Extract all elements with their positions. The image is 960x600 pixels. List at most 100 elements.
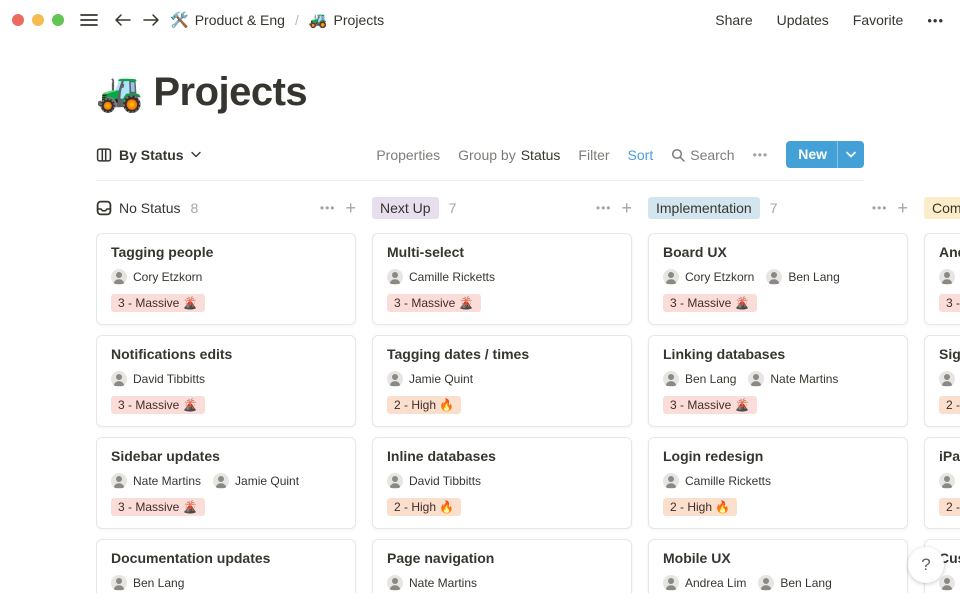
card-login-redesign[interactable]: Login redesign Camille Ricketts 2 - High… bbox=[648, 437, 908, 529]
updates-button[interactable]: Updates bbox=[777, 12, 829, 28]
window-titlebar: 🛠️ Product & Eng / 🚜 Projects Share Upda… bbox=[0, 0, 960, 40]
board-column-implementation: Implementation 7 ••• + Board UX Cory Etz… bbox=[648, 197, 908, 593]
assignee-name: Ben Lang bbox=[133, 576, 184, 590]
back-arrow-icon[interactable] bbox=[114, 13, 132, 27]
priority-badge: 3 - Massive 🌋 bbox=[663, 396, 757, 414]
assignee-name: Ben Lang bbox=[788, 270, 839, 284]
card-notifications-edits[interactable]: Notifications edits David Tibbitts 3 - M… bbox=[96, 335, 356, 427]
card-title: Multi-select bbox=[387, 244, 617, 260]
card-clipped-2[interactable]: Sign J 2 - bbox=[924, 335, 960, 427]
favorite-button[interactable]: Favorite bbox=[853, 12, 904, 28]
minimize-window-button[interactable] bbox=[32, 14, 44, 26]
workspace-emoji-icon: 🛠️ bbox=[170, 11, 189, 29]
card-inline-databases[interactable]: Inline databases David Tibbitts 2 - High… bbox=[372, 437, 632, 529]
avatar bbox=[758, 575, 774, 591]
priority-badge: 3 - Massive 🌋 bbox=[111, 294, 205, 312]
card-title: Board UX bbox=[663, 244, 893, 260]
forward-arrow-icon[interactable] bbox=[142, 13, 160, 27]
sort-button[interactable]: Sort bbox=[628, 147, 654, 163]
close-window-button[interactable] bbox=[12, 14, 24, 26]
priority-badge: 3 - Massive 🌋 bbox=[111, 498, 205, 516]
card-title: Notifications edits bbox=[111, 346, 341, 362]
sidebar-toggle-icon[interactable] bbox=[80, 13, 98, 27]
card-title: Sign bbox=[939, 346, 960, 362]
avatar bbox=[387, 371, 403, 387]
priority-badge: 2 - High 🔥 bbox=[663, 498, 737, 516]
new-button-label[interactable]: New bbox=[786, 141, 837, 168]
card-documentation-updates[interactable]: Documentation updates Ben Lang 2 - High … bbox=[96, 539, 356, 593]
column-more-icon[interactable]: ••• bbox=[872, 201, 888, 215]
priority-badge: 2 - bbox=[939, 396, 960, 414]
avatar bbox=[766, 269, 782, 285]
column-add-icon[interactable]: + bbox=[897, 199, 908, 217]
board-view-icon bbox=[96, 147, 112, 163]
assignee-name: Cory Etzkorn bbox=[685, 270, 754, 284]
assignee-name: Camille Ricketts bbox=[685, 474, 771, 488]
column-add-icon[interactable]: + bbox=[345, 199, 356, 217]
avatar bbox=[111, 575, 127, 591]
avatar bbox=[748, 371, 764, 387]
column-title[interactable]: Com bbox=[924, 197, 960, 219]
avatar bbox=[663, 473, 679, 489]
card-tagging-dates-times[interactable]: Tagging dates / times Jamie Quint 2 - Hi… bbox=[372, 335, 632, 427]
assignee: Jamie Quint bbox=[387, 371, 473, 387]
share-button[interactable]: Share bbox=[715, 12, 752, 28]
assignee: David Tibbitts bbox=[111, 371, 205, 387]
chevron-down-icon bbox=[191, 151, 201, 158]
breadcrumb-page[interactable]: Projects bbox=[334, 12, 385, 28]
avatar bbox=[939, 575, 955, 591]
new-button-dropdown[interactable] bbox=[837, 141, 864, 168]
card-tagging-people[interactable]: Tagging people Cory Etzkorn 3 - Massive … bbox=[96, 233, 356, 325]
kanban-board: No Status 8 ••• + Tagging people Cory Et… bbox=[96, 197, 960, 593]
group-by-button[interactable]: Group by Status bbox=[458, 147, 560, 163]
card-title: And bbox=[939, 244, 960, 260]
board-column-completed: Com And N 3 - Sign J bbox=[924, 197, 960, 593]
assignee: Ben Lang bbox=[758, 575, 831, 591]
assignee-name: Nate Martins bbox=[133, 474, 201, 488]
new-button[interactable]: New bbox=[786, 141, 864, 168]
card-multi-select[interactable]: Multi-select Camille Ricketts 3 - Massiv… bbox=[372, 233, 632, 325]
assignee: Ben Lang bbox=[766, 269, 839, 285]
card-clipped-3[interactable]: iPad C 2 - bbox=[924, 437, 960, 529]
page-icon[interactable]: 🚜 bbox=[96, 74, 143, 112]
assignee-name: Camille Ricketts bbox=[409, 270, 495, 284]
card-sidebar-updates[interactable]: Sidebar updates Nate Martins Jamie Quint… bbox=[96, 437, 356, 529]
zoom-window-button[interactable] bbox=[52, 14, 64, 26]
column-title[interactable]: Implementation bbox=[648, 197, 760, 219]
card-title: Page navigation bbox=[387, 550, 617, 566]
search-button[interactable]: Search bbox=[671, 147, 734, 163]
assignee: Ben Lang bbox=[111, 575, 184, 591]
view-switcher[interactable]: By Status bbox=[96, 147, 201, 163]
card-mobile-ux[interactable]: Mobile UX Andrea Lim Ben Lang 1- Normal … bbox=[648, 539, 908, 593]
priority-badge: 2 - High 🔥 bbox=[387, 498, 461, 516]
card-linking-databases[interactable]: Linking databases Ben Lang Nate Martins … bbox=[648, 335, 908, 427]
more-options-icon[interactable]: ••• bbox=[927, 13, 944, 28]
toolbar-more-icon[interactable]: ••• bbox=[753, 148, 769, 162]
view-name: By Status bbox=[119, 147, 184, 163]
card-clipped-1[interactable]: And N 3 - bbox=[924, 233, 960, 325]
priority-badge: 2 - High 🔥 bbox=[387, 396, 461, 414]
column-count: 7 bbox=[770, 200, 778, 216]
properties-button[interactable]: Properties bbox=[376, 147, 440, 163]
column-header: Next Up 7 ••• + bbox=[372, 197, 632, 219]
assignee: N bbox=[939, 269, 960, 285]
assignee: David Tibbitts bbox=[387, 473, 481, 489]
assignee-name: David Tibbitts bbox=[409, 474, 481, 488]
card-board-ux[interactable]: Board UX Cory Etzkorn Ben Lang 3 - Massi… bbox=[648, 233, 908, 325]
column-more-icon[interactable]: ••• bbox=[596, 201, 612, 215]
avatar bbox=[111, 371, 127, 387]
column-title[interactable]: No Status bbox=[119, 200, 180, 216]
filter-button[interactable]: Filter bbox=[578, 147, 609, 163]
breadcrumb-workspace[interactable]: Product & Eng bbox=[195, 12, 285, 28]
column-more-icon[interactable]: ••• bbox=[320, 201, 336, 215]
avatar bbox=[387, 575, 403, 591]
search-label: Search bbox=[690, 147, 734, 163]
assignee: Nate Martins bbox=[387, 575, 477, 591]
traffic-lights bbox=[12, 14, 64, 26]
column-title[interactable]: Next Up bbox=[372, 197, 439, 219]
card-page-navigation[interactable]: Page navigation Nate Martins 1- Normal 🌴 bbox=[372, 539, 632, 593]
avatar bbox=[387, 269, 403, 285]
page-header: 🚜 Projects bbox=[96, 70, 960, 115]
column-add-icon[interactable]: + bbox=[621, 199, 632, 217]
help-button[interactable]: ? bbox=[908, 547, 944, 583]
